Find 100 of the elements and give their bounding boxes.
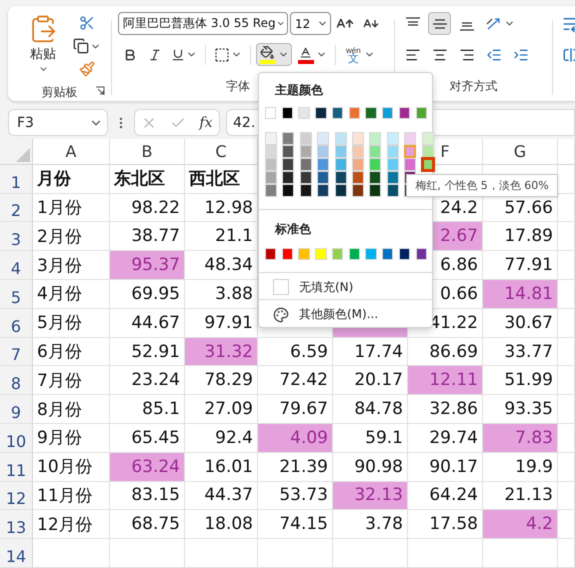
table-cell: 33.77 bbox=[483, 338, 558, 366]
table-cell: 85.1 bbox=[110, 395, 185, 424]
table-cell: 44.67 bbox=[110, 308, 185, 338]
row-header[interactable]: 12 bbox=[0, 482, 33, 510]
menu-heading: 标准色 bbox=[275, 220, 312, 238]
row-header[interactable]: 11 bbox=[0, 452, 33, 482]
color-swatch[interactable] bbox=[422, 158, 434, 171]
table-cell: 69.95 bbox=[110, 280, 185, 309]
table-cell: 3.78 bbox=[333, 510, 408, 540]
table-cell: 77.91 bbox=[483, 251, 558, 280]
row-header[interactable]: 7 bbox=[0, 338, 33, 366]
table-cell: 44.37 bbox=[185, 482, 258, 510]
increase-indent-icon bbox=[512, 46, 528, 62]
column-header[interactable]: C bbox=[185, 138, 258, 165]
underline-icon bbox=[171, 48, 185, 62]
table-cell: 4.2 bbox=[483, 510, 558, 540]
row-header[interactable]: 8 bbox=[0, 366, 33, 396]
table-cell: 64.24 bbox=[408, 482, 483, 510]
table-cell: 86.69 bbox=[408, 338, 483, 366]
phonetic-guide-button[interactable]: wén 文 bbox=[341, 43, 378, 66]
tooltip: 梅红, 个性色 5，淡色 60% bbox=[406, 174, 558, 197]
align-top-icon bbox=[404, 17, 420, 26]
group-label: 对齐方式 bbox=[450, 78, 498, 96]
table-cell: 6月份 bbox=[33, 338, 110, 366]
column-header[interactable]: A bbox=[33, 138, 110, 165]
table-cell: 10月份 bbox=[33, 452, 110, 482]
table-cell: 2月份 bbox=[33, 222, 110, 252]
table-cell: 79.67 bbox=[258, 395, 333, 424]
row-header[interactable]: 9 bbox=[0, 395, 33, 424]
align-right-icon bbox=[458, 46, 474, 62]
row-header[interactable]: 2 bbox=[0, 194, 33, 222]
table-cell: 16.01 bbox=[185, 452, 258, 482]
table-cell: 83.15 bbox=[110, 482, 185, 510]
table-cell: 21.13 bbox=[483, 482, 558, 510]
table-cell: 32.13 bbox=[333, 482, 408, 510]
table-cell: 3月份 bbox=[33, 251, 110, 280]
fill-color-button[interactable] bbox=[256, 43, 292, 66]
table-cell: 23.24 bbox=[110, 366, 185, 396]
paste-button[interactable]: 粘贴 bbox=[22, 12, 64, 76]
dialog-launcher-icon[interactable] bbox=[95, 86, 105, 96]
table-cell: 30.67 bbox=[483, 308, 558, 338]
table-cell: 12.11 bbox=[408, 366, 483, 396]
table-cell: 7月份 bbox=[33, 366, 110, 396]
table-cell: 14.81 bbox=[483, 280, 558, 309]
table-cell: 12.98 bbox=[185, 194, 258, 222]
copy-icon bbox=[73, 38, 89, 54]
table-cell: 21.39 bbox=[258, 452, 333, 482]
table-cell: 17.74 bbox=[333, 338, 408, 366]
table-cell: 17.89 bbox=[483, 222, 558, 252]
table-cell: 65.45 bbox=[110, 424, 185, 453]
row-header[interactable]: 14 bbox=[0, 539, 33, 568]
column-header[interactable]: B bbox=[110, 138, 185, 165]
row-header[interactable]: 10 bbox=[0, 424, 33, 453]
menu-heading: 主题颜色 bbox=[275, 82, 324, 99]
italic-icon bbox=[148, 48, 162, 62]
group-label: 剪贴板 bbox=[42, 84, 78, 101]
column-header[interactable]: G bbox=[483, 138, 558, 165]
row-header[interactable]: 3 bbox=[0, 222, 33, 252]
table-cell: 4月份 bbox=[33, 280, 110, 309]
table-cell: 68.75 bbox=[110, 510, 185, 540]
paintbrush-icon bbox=[79, 61, 95, 77]
table-cell: 9月份 bbox=[33, 424, 110, 453]
triangle-icon bbox=[16, 148, 30, 162]
row-header[interactable]: 13 bbox=[0, 510, 33, 540]
row-header[interactable]: 4 bbox=[0, 251, 33, 280]
table-cell: 95.37 bbox=[110, 251, 185, 280]
vertical-align-button[interactable] bbox=[428, 12, 451, 35]
table-cell: 78.29 bbox=[185, 366, 258, 396]
font-size-dropdown[interactable]: 12 bbox=[290, 12, 331, 35]
table-cell: 63.24 bbox=[110, 452, 185, 482]
table-cell: 38.77 bbox=[110, 222, 185, 252]
table-cell: 19.9 bbox=[483, 452, 558, 482]
decrease-indent-icon bbox=[486, 46, 502, 62]
bold-icon bbox=[122, 48, 136, 62]
insert-function-button[interactable]: fx bbox=[199, 114, 212, 131]
table-cell: 7.83 bbox=[483, 424, 558, 453]
merge-cells-icon bbox=[562, 46, 575, 64]
table-cell: 98.22 bbox=[110, 194, 185, 222]
table-cell: 48.34 bbox=[185, 251, 258, 280]
table-cell: 17.58 bbox=[408, 510, 483, 540]
table-cell: 4.09 bbox=[258, 424, 333, 453]
table-cell: 51.99 bbox=[483, 366, 558, 396]
row-header[interactable]: 1 bbox=[0, 164, 33, 194]
palette-icon bbox=[273, 306, 289, 323]
table-cell: 74.15 bbox=[258, 510, 333, 540]
row-header[interactable]: 5 bbox=[0, 280, 33, 309]
table-cell: 3.88 bbox=[185, 280, 258, 309]
table-cell: 1月份 bbox=[33, 194, 110, 222]
table-cell: 21.1 bbox=[185, 222, 258, 252]
row-header[interactable]: 6 bbox=[0, 308, 33, 338]
table-cell: 97.91 bbox=[185, 308, 258, 338]
empty-swatch-icon bbox=[273, 279, 289, 296]
table-cell: 93.35 bbox=[483, 395, 558, 424]
name-box[interactable]: F3 bbox=[8, 109, 108, 136]
table-cell: 32.86 bbox=[408, 395, 483, 424]
color-swatch[interactable] bbox=[404, 145, 416, 158]
table-cell: 52.91 bbox=[110, 338, 185, 366]
table-cell: 11月份 bbox=[33, 482, 110, 510]
table-cell: 6.59 bbox=[258, 338, 333, 366]
font-name-dropdown[interactable]: 阿里巴巴普惠体 3.0 55 Reg bbox=[118, 12, 288, 35]
